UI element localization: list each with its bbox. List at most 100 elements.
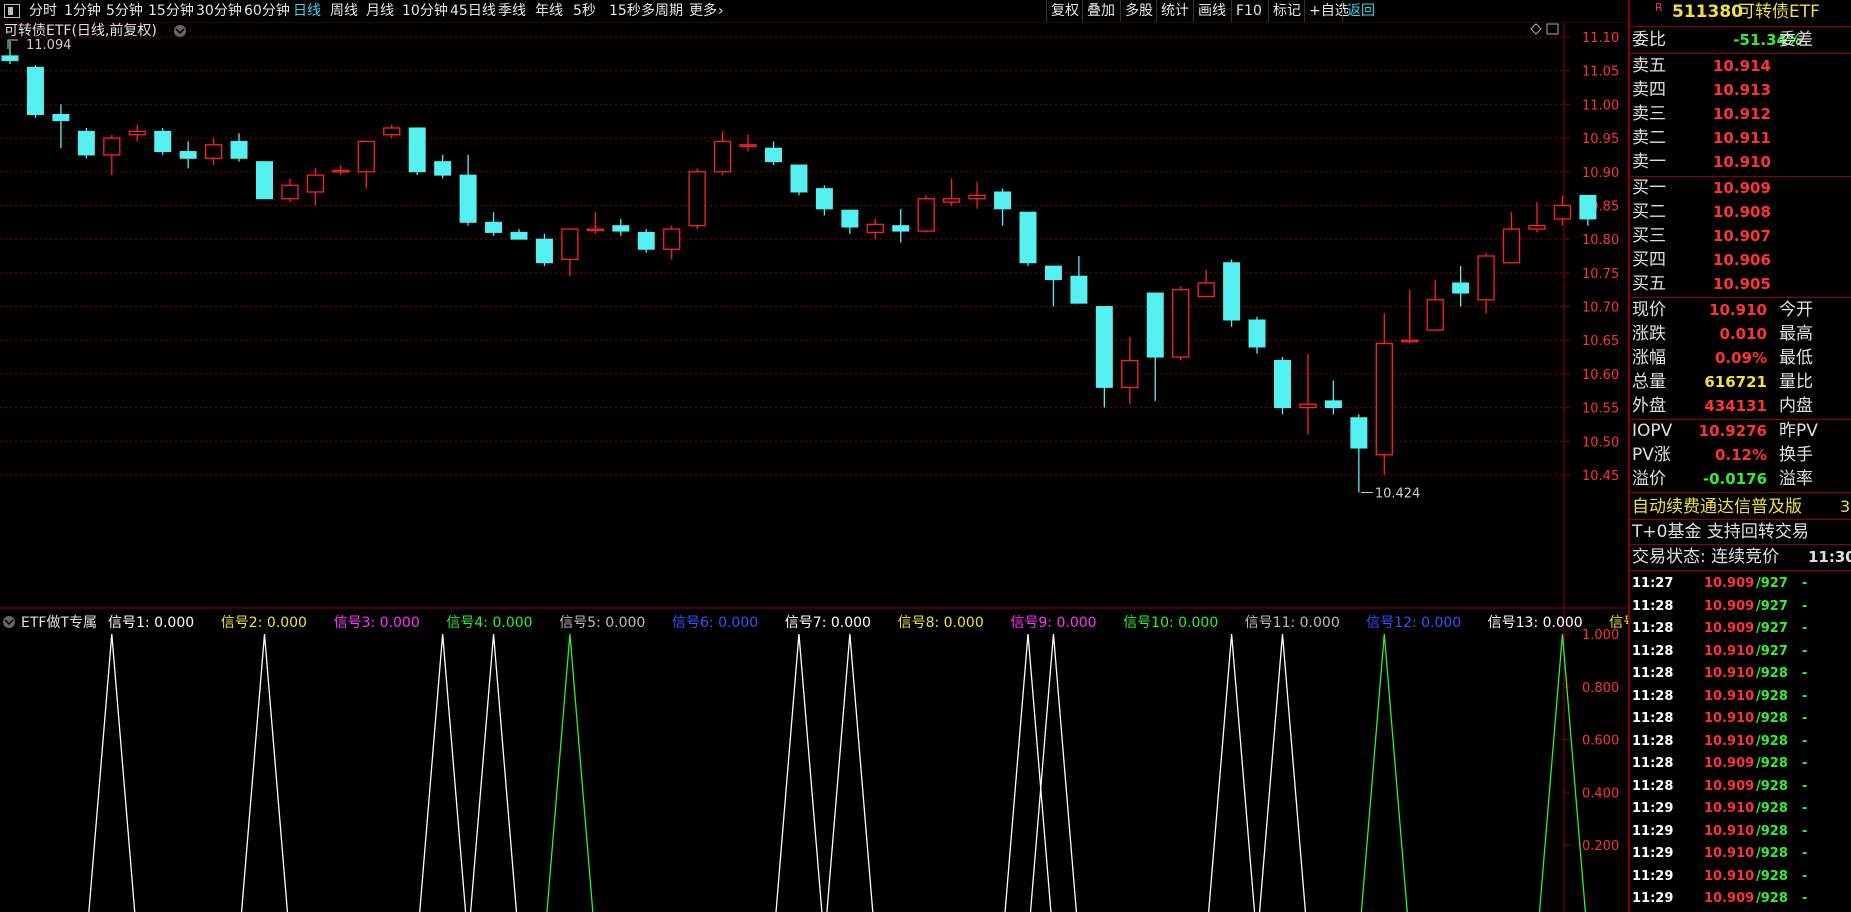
stat-value: 0.010 xyxy=(1719,325,1767,343)
period-tab[interactable]: 60分钟 xyxy=(244,0,290,22)
tick-direction: - xyxy=(1802,643,1808,659)
chevron-right-icon[interactable]: › xyxy=(718,0,724,22)
period-tab[interactable]: 10分钟 xyxy=(402,0,448,22)
tick-price: 10.910 xyxy=(1704,801,1755,816)
separator xyxy=(1630,419,1851,420)
indicator-signal-label: 信号8: 0.000 xyxy=(898,615,984,631)
candle xyxy=(688,168,706,230)
bid-price: 10.906 xyxy=(1713,251,1771,269)
period-tab[interactable]: 15分钟 xyxy=(148,0,194,22)
candle-body xyxy=(1579,194,1597,220)
candle xyxy=(1274,357,1291,415)
candle-body xyxy=(230,140,248,159)
candle xyxy=(790,164,808,196)
period-tab[interactable]: 5秒 xyxy=(573,0,596,22)
candle xyxy=(1452,266,1470,307)
candle xyxy=(103,134,121,176)
tick-direction: - xyxy=(1802,688,1808,704)
stat-label-2: 今开 xyxy=(1779,300,1813,320)
tick-direction: - xyxy=(1802,621,1808,636)
tick-price: 10.910 xyxy=(1704,666,1755,681)
candle xyxy=(408,127,426,176)
toolbar-button[interactable]: 画线 xyxy=(1193,0,1232,22)
y-tick-label: 10.75 xyxy=(1582,267,1619,282)
candle xyxy=(663,225,681,260)
candle xyxy=(26,65,44,118)
quote-header: R 511380 可转债ETF xyxy=(1630,0,1851,24)
toolbar-button[interactable]: 返回 xyxy=(1342,0,1377,22)
candle-body xyxy=(1375,342,1393,456)
kline-chart[interactable]: 可转债ETF(日线,前复权) 11.1011.0511.0010.9510.901… xyxy=(0,23,1628,912)
ask-level-row: 卖一 10.910 xyxy=(1630,152,1851,172)
period-tab[interactable]: 5分钟 xyxy=(106,0,143,22)
tick-price: 10.910 xyxy=(1704,643,1755,659)
period-tab[interactable]: 年线 xyxy=(535,0,563,22)
candle-body xyxy=(332,169,350,173)
tick-time: 11:29 xyxy=(1632,868,1674,884)
period-tab[interactable]: 45日线 xyxy=(450,0,496,22)
tick-time: 11:28 xyxy=(1632,711,1674,726)
period-tab[interactable]: 30分钟 xyxy=(196,0,242,22)
candle-body xyxy=(434,161,452,176)
candle-body xyxy=(1452,282,1470,294)
t0-text: T+0基金 支持回转交易 xyxy=(1632,522,1809,542)
candle xyxy=(1477,252,1495,314)
stat-label: 总量 xyxy=(1632,372,1666,392)
period-tab[interactable]: 1分钟 xyxy=(64,0,101,22)
candle-body xyxy=(1324,400,1342,409)
candle xyxy=(1426,279,1444,331)
stat-value: 10.910 xyxy=(1709,301,1767,319)
toolbar-button[interactable]: 标记 xyxy=(1268,0,1305,22)
tick-row: 11:29 10.910/928- xyxy=(1630,844,1851,864)
toolbar-button[interactable]: 多股 xyxy=(1120,0,1157,22)
candle-body xyxy=(1502,228,1521,264)
y-tick-label: 10.60 xyxy=(1582,368,1619,383)
tick-volume: /928 xyxy=(1756,846,1788,861)
tick-direction: - xyxy=(1802,778,1808,794)
toolbar-button[interactable]: 统计 xyxy=(1156,0,1194,22)
candle-body xyxy=(128,130,146,136)
period-tab[interactable]: 日线 xyxy=(293,0,321,22)
period-tab[interactable]: 分时 xyxy=(29,0,57,22)
ask-level-row: 卖二 10.911 xyxy=(1630,128,1851,148)
toolbar-button[interactable]: F10 xyxy=(1231,0,1269,22)
y-tick-label: 11.10 xyxy=(1582,31,1619,46)
period-tab[interactable]: 月线 xyxy=(366,0,394,22)
toolbar-button[interactable]: +自选 xyxy=(1304,0,1349,22)
bid-label: 买二 xyxy=(1632,202,1666,222)
candle xyxy=(1502,212,1521,264)
tick-direction: - xyxy=(1802,666,1808,681)
candle-body xyxy=(204,144,223,159)
candle-body xyxy=(1299,403,1317,409)
tick-direction: - xyxy=(1802,576,1808,591)
candle-body xyxy=(739,144,757,147)
notice-text[interactable]: 自动续费通达信普及版 xyxy=(1632,495,1802,519)
candle xyxy=(765,141,782,166)
etf-stat-row: PV涨 0.12% 换手 xyxy=(1630,445,1851,465)
y-tick-label: 10.45 xyxy=(1582,469,1619,484)
weibi-row: 委比 -51.34% 委差 xyxy=(1630,29,1851,51)
period-tab[interactable]: 季线 xyxy=(498,0,526,22)
toolbar-button[interactable]: 叠加 xyxy=(1082,0,1121,22)
signal-spike xyxy=(240,633,289,912)
candle xyxy=(1553,195,1572,226)
bid-level-row: 买一 10.909 xyxy=(1630,178,1851,198)
tick-time: 11:28 xyxy=(1632,643,1674,659)
period-tab[interactable]: 更多 xyxy=(689,0,717,22)
toolbar-button[interactable]: 复权 xyxy=(1046,0,1083,22)
period-tab[interactable]: 15秒 xyxy=(609,0,641,22)
candle xyxy=(637,229,655,253)
period-tab[interactable]: 多周期 xyxy=(641,0,683,22)
candle-body xyxy=(77,130,95,156)
window-layout-icon[interactable] xyxy=(4,4,20,18)
period-tab[interactable]: 周线 xyxy=(330,0,358,22)
indicator-y-tick-label: 0.800 xyxy=(1582,681,1619,696)
bid-label: 买三 xyxy=(1632,226,1666,246)
indicator-signal-label: 信号11: 0.000 xyxy=(1245,615,1340,631)
indicator-signal-label: 信号10: 0.000 xyxy=(1123,615,1218,631)
indicator-signal-label: 信号7: 0.000 xyxy=(785,615,871,631)
candle-body xyxy=(1274,359,1291,409)
candle xyxy=(1019,211,1037,267)
tick-volume: /927 xyxy=(1756,598,1788,614)
notice-banner[interactable]: 自动续费通达信普及版 3 xyxy=(1630,495,1851,519)
